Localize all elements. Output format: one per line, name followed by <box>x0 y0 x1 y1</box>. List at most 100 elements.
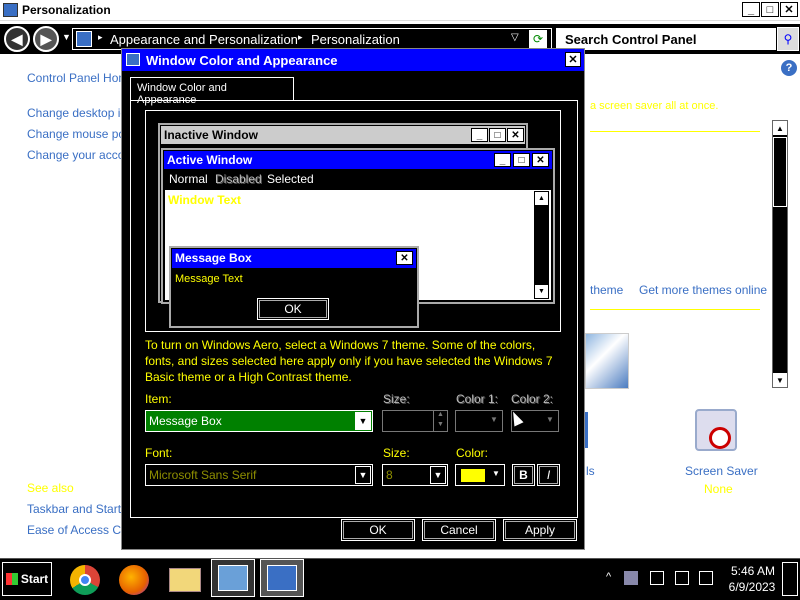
breadcrumb-appearance[interactable]: Appearance and Personalization <box>110 32 298 47</box>
message-box-title: Message Box <box>175 251 252 265</box>
ok-button[interactable]: OK <box>341 519 415 541</box>
color1-picker[interactable]: ▼ <box>455 410 503 432</box>
network-icon[interactable] <box>675 571 689 585</box>
color1-label: Color 1: <box>456 392 499 406</box>
menu-selected[interactable]: Selected <box>267 172 314 186</box>
window-text: Window Text <box>168 193 241 207</box>
italic-button[interactable]: I <box>537 464 560 486</box>
maximize-button[interactable]: □ <box>761 2 779 17</box>
volume-muted-icon[interactable] <box>699 571 713 585</box>
chevron-down-icon[interactable]: ▼ <box>492 469 500 478</box>
screen-saver-text-partial: a screen saver all at once. <box>590 100 719 112</box>
action-center-icon[interactable] <box>624 571 638 585</box>
show-desktop-button[interactable] <box>782 562 798 596</box>
breadcrumb-arrow-icon[interactable]: ▸ <box>98 32 103 43</box>
see-also-heading: See also <box>27 481 74 495</box>
get-more-themes-link[interactable]: Get more themes online <box>639 283 767 297</box>
info-text: To turn on Windows Aero, select a Window… <box>145 338 553 384</box>
help-icon[interactable]: ? <box>781 60 797 76</box>
history-dropdown-icon[interactable]: ▽ <box>511 32 519 43</box>
bold-button[interactable]: B <box>512 464 535 486</box>
dialog-title: Window Color and Appearance <box>146 53 338 68</box>
item-label: Item: <box>145 392 172 406</box>
change-mouse-pointers-link[interactable]: Change mouse poin <box>27 127 134 141</box>
clock-date[interactable]: 6/9/2023 <box>724 580 780 594</box>
chevron-down-icon[interactable]: ▼ <box>546 415 554 424</box>
control-panel-taskbar-icon[interactable] <box>211 559 255 597</box>
spin-down-icon[interactable]: ▼ <box>433 421 447 431</box>
chevron-down-icon[interactable]: ▼ <box>355 466 371 484</box>
item-select[interactable]: Message Box ▼ <box>145 410 373 432</box>
message-box-titlebar[interactable]: Message Box ✕ <box>172 249 416 268</box>
breadcrumb-arrow-icon[interactable]: ▸ <box>298 32 303 43</box>
forward-button[interactable]: ▶ <box>33 26 59 52</box>
font-size-select[interactable]: 8 ▼ <box>382 464 448 486</box>
window-color-dialog: Window Color and Appearance ✕ Window Col… <box>121 48 585 550</box>
screen-saver-label[interactable]: Screen Saver <box>685 464 758 478</box>
font-color-label: Color: <box>456 446 489 460</box>
scroll-up-icon[interactable]: ▲ <box>535 192 548 205</box>
breadcrumb-personalization[interactable]: Personalization <box>311 32 400 47</box>
change-desktop-icons-link[interactable]: Change desktop ico <box>27 106 133 120</box>
scroll-down-icon[interactable]: ▼ <box>773 373 787 387</box>
font-size-value: 8 <box>386 468 393 482</box>
search-input[interactable]: Search Control Panel <box>556 28 776 50</box>
item-select-value: Message Box <box>149 414 222 428</box>
size-spinner[interactable]: ▲ ▼ <box>382 410 448 432</box>
address-field[interactable]: ▸ Appearance and Personalization ▸ Perso… <box>72 28 552 50</box>
minimize-icon: _ <box>471 128 488 142</box>
dialog-icon <box>126 53 140 66</box>
menu-normal[interactable]: Normal <box>169 172 208 186</box>
search-icon[interactable]: ⚲ <box>777 27 799 51</box>
divider <box>590 309 760 310</box>
appearance-preview[interactable]: Inactive Window _ □ ✕ Active Window _ □ … <box>145 110 561 332</box>
flag-error-icon[interactable] <box>650 571 664 585</box>
apply-button[interactable]: Apply <box>503 519 577 541</box>
close-button[interactable]: ✕ <box>780 2 798 17</box>
refresh-icon[interactable]: ⟳ <box>529 30 547 48</box>
font-select[interactable]: Microsoft Sans Serif ▼ <box>145 464 373 486</box>
screen-saver-icon[interactable] <box>695 409 737 451</box>
scroll-up-icon[interactable]: ▲ <box>773 121 787 135</box>
taskbar-start-menu-link[interactable]: Taskbar and Start M <box>27 502 134 516</box>
menu-disabled[interactable]: Disabled <box>215 172 262 186</box>
page-scrollbar[interactable]: ▲ ▼ <box>772 120 788 388</box>
minimize-button[interactable]: _ <box>742 2 760 17</box>
back-button[interactable]: ◀ <box>4 26 30 52</box>
scroll-thumb[interactable] <box>773 137 787 207</box>
chevron-down-icon[interactable]: ▼ <box>490 415 498 424</box>
preview-scrollbar[interactable]: ▲ ▼ <box>533 190 550 300</box>
active-window-title: Active Window <box>167 153 253 167</box>
chevron-down-icon[interactable]: ▼ <box>62 32 71 42</box>
font-select-value: Microsoft Sans Serif <box>149 468 257 482</box>
control-panel-home-link[interactable]: Control Panel Home <box>27 71 135 85</box>
active-window-titlebar[interactable]: Active Window _ □ ✕ <box>164 151 552 169</box>
file-explorer-icon[interactable] <box>163 561 207 599</box>
color2-label: Color 2: <box>511 392 554 406</box>
scroll-down-icon[interactable]: ▼ <box>535 285 548 298</box>
font-label: Font: <box>145 446 173 460</box>
message-box-ok-button[interactable]: OK <box>257 298 329 320</box>
theme-thumbnail[interactable] <box>585 333 629 389</box>
clock-time[interactable]: 5:46 AM <box>728 564 778 578</box>
font-color-picker[interactable]: ▼ <box>455 464 505 486</box>
dialog-close-button[interactable]: ✕ <box>565 52 581 67</box>
ease-of-access-link[interactable]: Ease of Access Cer <box>27 523 132 537</box>
spin-up-icon[interactable]: ▲ <box>433 411 447 421</box>
cancel-button[interactable]: Cancel <box>422 519 496 541</box>
tab-window-color[interactable]: Window Color and Appearance <box>130 77 294 106</box>
chevron-down-icon[interactable]: ▼ <box>430 466 446 484</box>
sounds-label-partial[interactable]: ls <box>586 464 595 478</box>
theme-link-partial[interactable]: theme <box>590 283 623 297</box>
show-hidden-icons[interactable]: ^ <box>606 571 611 583</box>
message-box-preview[interactable]: Message Box ✕ Message Text OK <box>169 246 419 328</box>
start-label: Start <box>20 572 49 586</box>
firefox-icon[interactable] <box>112 561 156 599</box>
personalization-taskbar-icon[interactable] <box>260 559 304 597</box>
start-button[interactable]: Start <box>2 562 52 596</box>
change-account-picture-link[interactable]: Change your accou <box>27 148 131 162</box>
sounds-icon[interactable] <box>583 412 601 448</box>
inactive-window-titlebar[interactable]: Inactive Window _ □ ✕ <box>161 126 525 144</box>
chrome-icon[interactable] <box>63 561 107 599</box>
chevron-down-icon[interactable]: ▼ <box>355 412 371 430</box>
